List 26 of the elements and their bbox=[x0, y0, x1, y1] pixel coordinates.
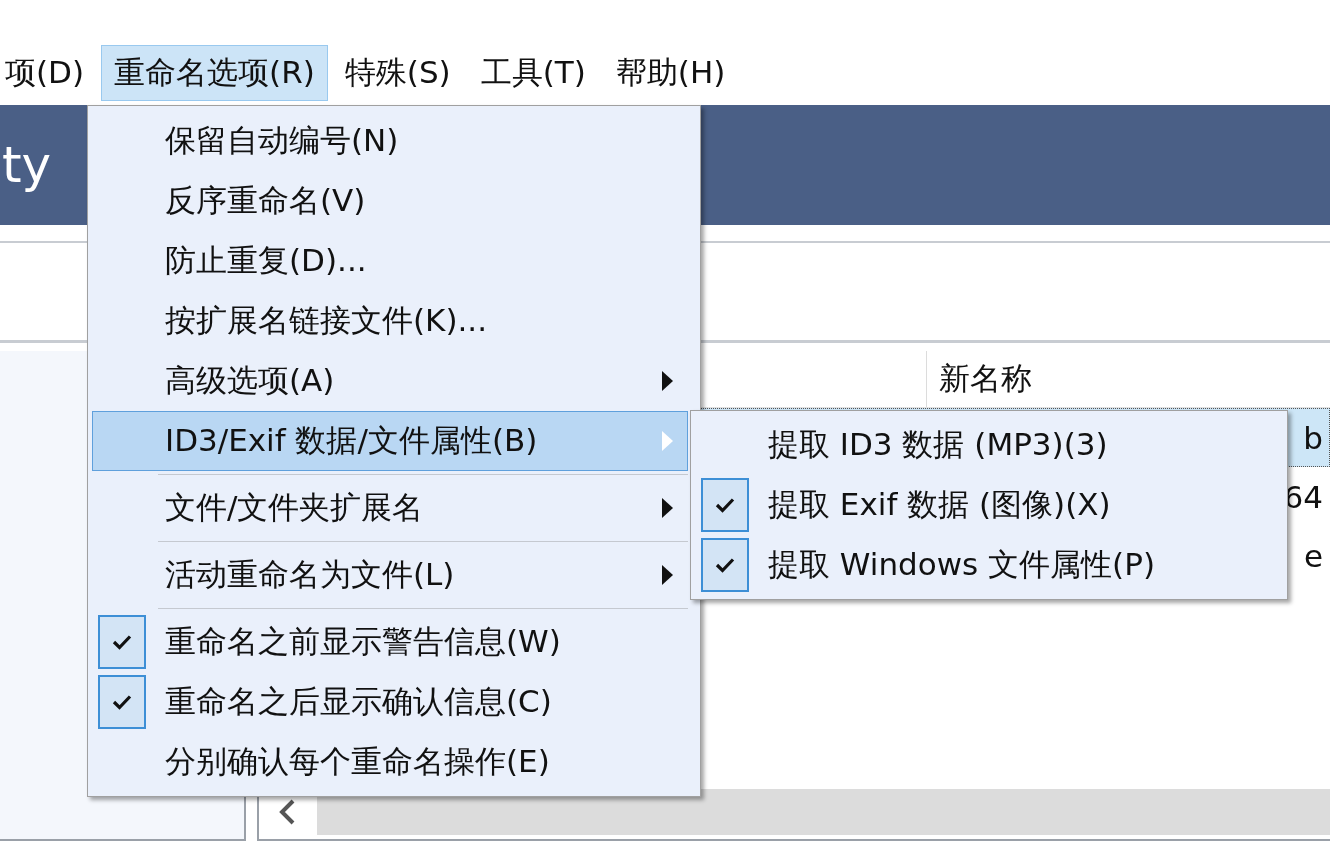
column-header[interactable]: 新名称 bbox=[927, 351, 1330, 407]
check-icon bbox=[112, 634, 132, 650]
menu-item[interactable]: 按扩展名链接文件(K)... bbox=[92, 291, 688, 351]
check-icon bbox=[715, 557, 735, 573]
menu-item[interactable]: 反序重命名(V) bbox=[92, 171, 688, 231]
menu-bar-item[interactable]: 特殊(S) bbox=[331, 45, 464, 101]
menu-item[interactable]: 重命名之前显示警告信息(W) bbox=[92, 612, 688, 672]
menu-item[interactable]: 保留自动编号(N) bbox=[92, 111, 688, 171]
menu-item[interactable]: 分别确认每个重命名操作(E) bbox=[92, 732, 688, 792]
check-icon bbox=[715, 497, 735, 513]
menu-item[interactable]: 文件/文件夹扩展名 bbox=[92, 478, 688, 538]
menu-item[interactable]: 高级选项(A) bbox=[92, 351, 688, 411]
header-title: ty bbox=[1, 136, 52, 194]
menu-bar-item[interactable]: 重命名选项(R) bbox=[101, 45, 328, 101]
menu-bar-item[interactable]: 帮助(H) bbox=[602, 45, 739, 101]
menu-item[interactable]: ID3/Exif 数据/文件属性(B) bbox=[92, 411, 688, 471]
menu-item[interactable]: 防止重复(D)... bbox=[92, 231, 688, 291]
menu-item[interactable]: 提取 Windows 文件属性(P) bbox=[695, 535, 1283, 595]
menu-item[interactable]: 提取 Exif 数据 (图像)(X) bbox=[695, 475, 1283, 535]
menu-item[interactable]: 活动重命名为文件(L) bbox=[92, 545, 688, 605]
menu-bar-item[interactable]: 项(D) bbox=[0, 45, 98, 101]
table-cell: b bbox=[1303, 419, 1323, 456]
check-icon bbox=[112, 694, 132, 710]
menu-bar-item[interactable]: 工具(T) bbox=[467, 45, 599, 101]
menu-item[interactable]: 重命名之后显示确认信息(C) bbox=[92, 672, 688, 732]
menu-item[interactable]: 提取 ID3 数据 (MP3)(3) bbox=[695, 415, 1283, 475]
